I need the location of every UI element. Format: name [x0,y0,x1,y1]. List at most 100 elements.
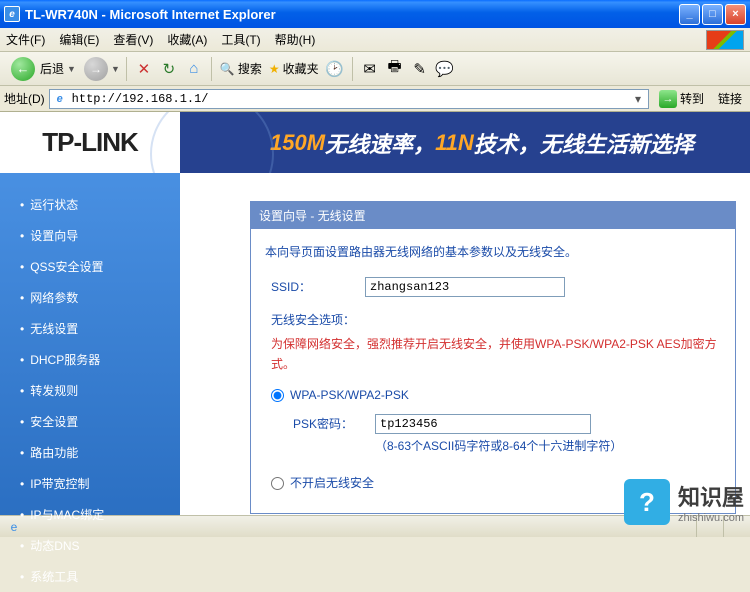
edit-button[interactable]: ✎ [409,58,431,80]
menu-tools[interactable]: 工具(T) [221,31,260,48]
sidebar-item-network[interactable]: 网络参数 [20,282,180,313]
main-area: 运行状态 设置向导 QSS安全设置 网络参数 无线设置 DHCP服务器 转发规则… [0,173,750,515]
ssid-row: SSID： [265,276,721,299]
site-watermark: ? 知识屋 zhishiwu.com [624,479,744,525]
sidebar-label: 动态DNS [30,537,79,554]
page-icon: e [52,91,68,107]
back-button[interactable]: ← 后退 ▼ [6,54,81,84]
sidebar-label: 设置向导 [30,227,78,244]
psk-hint: （8-63个ASCII码字符或8-64个十六进制字符） [265,435,721,458]
panel-title: 设置向导 - 无线设置 [251,202,735,229]
toolbar-separator [126,57,127,81]
sidebar-item-wizard[interactable]: 设置向导 [20,220,180,251]
sidebar-label: DHCP服务器 [30,351,100,368]
sidebar-item-security[interactable]: 安全设置 [20,406,180,437]
address-label: 地址(D) [4,90,45,107]
windows-logo-icon [706,30,744,50]
search-icon: 🔍 [220,62,235,76]
sidebar-item-routing[interactable]: 路由功能 [20,437,180,468]
maximize-button[interactable]: □ [702,4,723,25]
star-icon: ★ [269,62,280,76]
sidebar-item-wireless[interactable]: 无线设置 [20,313,180,344]
sidebar-item-forward[interactable]: 转发规则 [20,375,180,406]
chevron-down-icon: ▼ [67,64,76,74]
radio-none-input[interactable] [271,477,284,490]
wizard-panel: 设置向导 - 无线设置 本向导页面设置路由器无线网络的基本参数以及无线安全。 S… [250,201,736,514]
sidebar-label: 系统工具 [30,568,78,585]
home-button[interactable]: ⌂ [183,58,205,80]
psk-label: PSK密码： [293,413,367,436]
search-label: 搜索 [238,60,262,77]
sidebar-item-system[interactable]: 系统工具 [20,561,180,592]
history-button[interactable]: 🕑 [324,58,346,80]
ssid-input[interactable] [365,277,565,297]
watermark-cn: 知识屋 [678,480,744,512]
go-icon: → [659,90,677,108]
discuss-button[interactable]: 💬 [434,58,456,80]
favorites-label: 收藏夹 [283,60,319,77]
sidebar-item-dhcp[interactable]: DHCP服务器 [20,344,180,375]
router-banner: TP-LINK 150M 无线速率， 11N 技术，无线生活新选择 [0,112,750,173]
forward-button[interactable]: → [84,57,108,81]
menu-favorites[interactable]: 收藏(A) [167,31,207,48]
radio-wpa[interactable]: WPA-PSK/WPA2-PSK [265,384,721,407]
content-gutter [180,173,250,515]
toolbar: ← 后退 ▼ → ▼ ✕ ↻ ⌂ 🔍 搜索 ★ 收藏夹 🕑 ✉ 🖶 ✎ 💬 [0,52,750,86]
panel-body: 本向导页面设置路由器无线网络的基本参数以及无线安全。 SSID： 无线安全选项：… [251,229,735,513]
sidebar-item-bandwidth[interactable]: IP带宽控制 [20,468,180,499]
refresh-button[interactable]: ↻ [158,58,180,80]
menu-file[interactable]: 文件(F) [6,31,45,48]
radio-wpa-input[interactable] [271,389,284,402]
chevron-down-icon[interactable]: ▼ [111,64,120,74]
sidebar-item-ddns[interactable]: 动态DNS [20,530,180,561]
sidebar-item-qss[interactable]: QSS安全设置 [20,251,180,282]
mail-button[interactable]: ✉ [359,58,381,80]
window-title: TL-WR740N - Microsoft Internet Explorer [25,7,679,22]
go-button[interactable]: → 转到 [653,88,710,110]
watermark-text: 知识屋 zhishiwu.com [678,480,744,524]
banner-tagline: 150M 无线速率， 11N 技术，无线生活新选择 [180,112,750,173]
menu-help[interactable]: 帮助(H) [275,31,316,48]
menu-view[interactable]: 查看(V) [113,31,153,48]
sidebar-label: QSS安全设置 [30,258,103,275]
toolbar-separator [352,57,353,81]
sidebar-label: 转发规则 [30,382,78,399]
stop-button[interactable]: ✕ [133,58,155,80]
window-titlebar: e TL-WR740N - Microsoft Internet Explore… [0,0,750,28]
menu-edit[interactable]: 编辑(E) [59,31,99,48]
print-button[interactable]: 🖶 [384,58,406,80]
address-dropdown-icon[interactable]: ▾ [630,92,646,106]
sidebar-label: IP带宽控制 [30,475,89,492]
content-area: 设置向导 - 无线设置 本向导页面设置路由器无线网络的基本参数以及无线安全。 S… [250,173,750,515]
tag-tx1: 无线速率， [325,127,435,159]
radio-wpa-label: WPA-PSK/WPA2-PSK [290,384,409,407]
ie-status-icon: e [6,519,22,535]
watermark-en: zhishiwu.com [678,512,744,524]
tag-hl1: 150M [270,130,325,156]
minimize-button[interactable]: _ [679,4,700,25]
psk-row: PSK密码： [265,413,721,436]
close-button[interactable]: × [725,4,746,25]
address-input[interactable] [72,92,630,106]
radio-none-label: 不开启无线安全 [290,472,374,495]
menu-bar: 文件(F) 编辑(E) 查看(V) 收藏(A) 工具(T) 帮助(H) [0,28,750,52]
panel-description: 本向导页面设置路由器无线网络的基本参数以及无线安全。 [265,241,721,264]
search-button[interactable]: 🔍 搜索 [218,58,264,79]
sidebar-label: 安全设置 [30,413,78,430]
links-label[interactable]: 链接 [714,90,746,107]
psk-input[interactable] [375,414,591,434]
sidebar-item-status[interactable]: 运行状态 [20,189,180,220]
ie-icon: e [4,6,20,22]
toolbar-separator [211,57,212,81]
sidebar-label: 无线设置 [30,320,78,337]
go-label: 转到 [680,90,704,107]
sidebar-item-ipmac[interactable]: IP与MAC绑定 [20,499,180,530]
sidebar-label: 路由功能 [30,444,78,461]
favorites-button[interactable]: ★ 收藏夹 [267,58,321,79]
tag-tx2: 技术，无线生活新选择 [474,127,694,159]
watermark-icon: ? [624,479,670,525]
address-input-wrap[interactable]: e ▾ [49,89,649,109]
tag-hl2: 11N [435,130,474,156]
back-icon: ← [11,57,35,81]
address-bar: 地址(D) e ▾ → 转到 链接 [0,86,750,112]
